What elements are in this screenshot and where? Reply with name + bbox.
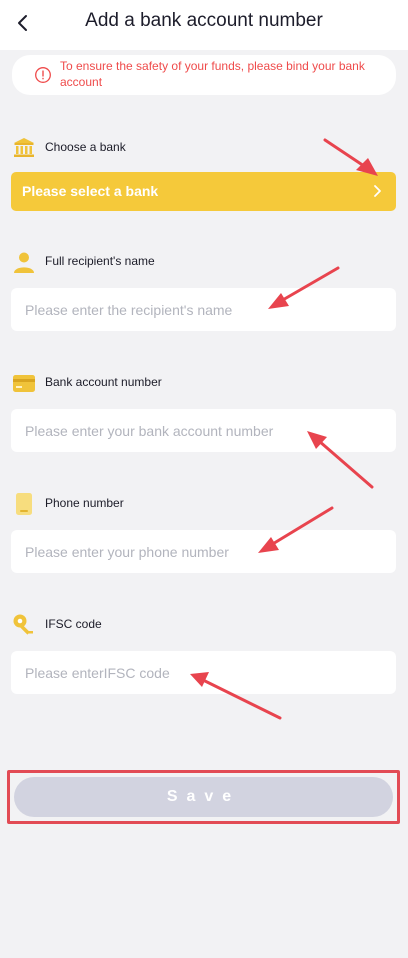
ifsc-field[interactable]	[11, 651, 396, 694]
bank-icon	[14, 138, 34, 157]
alert-circle-icon	[35, 67, 51, 83]
recipient-label: Full recipient's name	[45, 254, 155, 268]
phone-input[interactable]	[25, 530, 385, 573]
select-bank-text: Please select a bank	[22, 183, 159, 199]
chevron-right-icon	[374, 185, 381, 197]
account-input[interactable]	[25, 409, 385, 452]
ifsc-label: IFSC code	[45, 617, 102, 631]
phone-label: Phone number	[45, 496, 124, 510]
user-icon	[14, 252, 34, 273]
safety-notice: To ensure the safety of your funds, plea…	[12, 55, 396, 95]
key-icon	[13, 614, 33, 635]
arrow-annotation	[323, 138, 378, 176]
bank-label: Choose a bank	[45, 140, 126, 154]
recipient-input[interactable]	[25, 288, 385, 331]
recipient-field[interactable]	[11, 288, 396, 331]
notice-text: To ensure the safety of your funds, plea…	[60, 59, 365, 89]
account-label: Bank account number	[45, 375, 162, 389]
app-header: Add a bank account number	[0, 0, 408, 50]
phone-icon	[16, 493, 32, 515]
card-icon	[13, 375, 35, 392]
page-title: Add a bank account number	[85, 10, 323, 31]
ifsc-input[interactable]	[25, 651, 385, 694]
save-button[interactable]: Save	[14, 777, 393, 817]
save-highlight-frame: Save	[7, 770, 400, 824]
select-bank-button[interactable]: Please select a bank	[11, 172, 396, 211]
account-field[interactable]	[11, 409, 396, 452]
phone-field[interactable]	[11, 530, 396, 573]
